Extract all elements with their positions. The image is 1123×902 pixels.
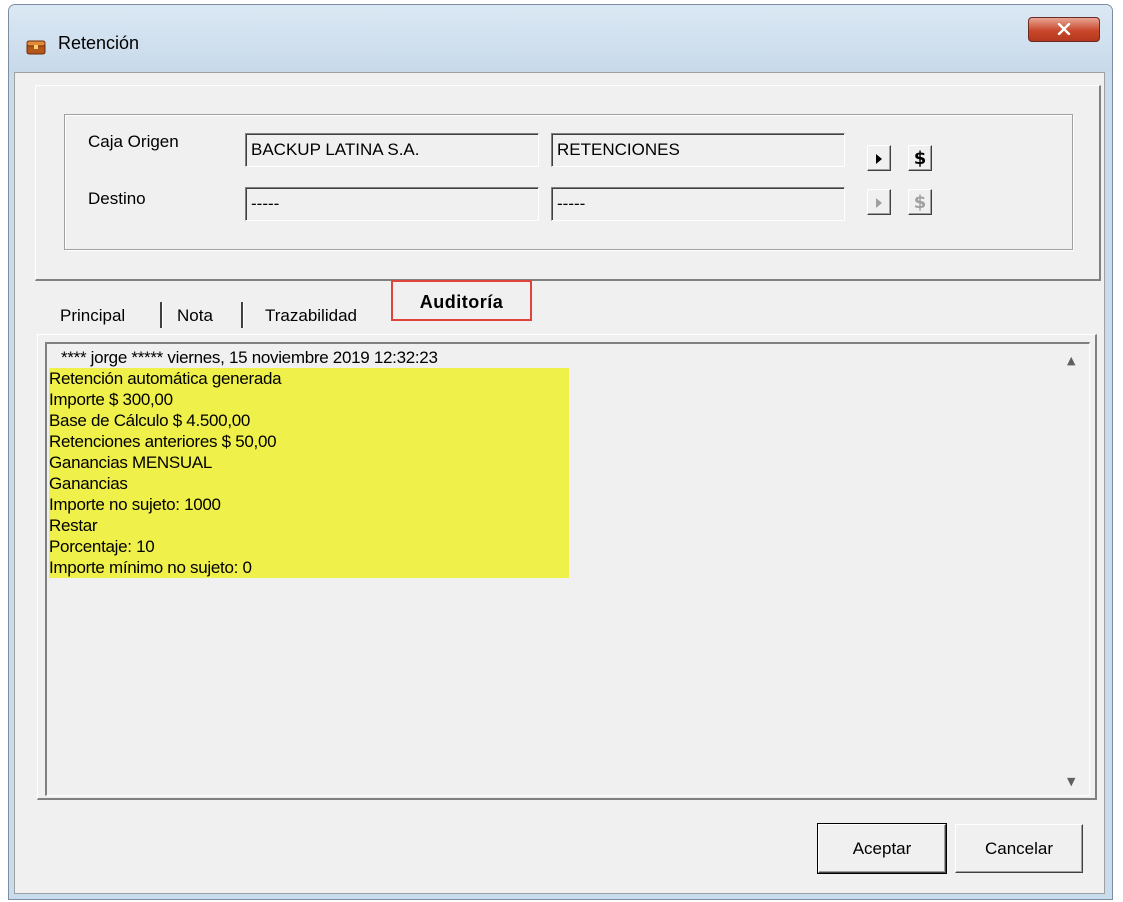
scroll-down-icon[interactable]: ▼ bbox=[1067, 775, 1075, 788]
tab-nota[interactable]: Nota bbox=[177, 306, 213, 326]
app-icon bbox=[26, 39, 46, 55]
origin-select-button[interactable] bbox=[867, 145, 891, 171]
audit-header: **** jorge ***** viernes, 15 noviembre 2… bbox=[61, 348, 438, 367]
triangle-right-icon bbox=[875, 148, 883, 169]
audit-highlight: Retención automática generada Importe $ … bbox=[49, 368, 569, 578]
tab-auditoria[interactable]: Auditoría bbox=[391, 280, 532, 321]
accept-button[interactable]: Aceptar bbox=[817, 823, 947, 874]
audit-line: Importe $ 300,00 bbox=[49, 390, 173, 409]
audit-line: Porcentaje: 10 bbox=[49, 537, 155, 556]
origin-money-button[interactable]: $ bbox=[908, 145, 932, 171]
tab-trazabilidad[interactable]: Trazabilidad bbox=[265, 306, 357, 326]
tab-separator bbox=[160, 302, 163, 328]
destination-select-button[interactable] bbox=[867, 189, 891, 215]
close-button[interactable] bbox=[1028, 17, 1100, 42]
audit-line: Importe mínimo no sujeto: 0 bbox=[49, 558, 252, 577]
destination-money-button[interactable]: $ bbox=[908, 189, 932, 215]
triangle-right-icon bbox=[875, 192, 883, 213]
destination-label: Destino bbox=[88, 189, 146, 208]
audit-memo[interactable]: **** jorge ***** viernes, 15 noviembre 2… bbox=[45, 342, 1090, 796]
close-icon bbox=[1057, 20, 1071, 40]
audit-line: Retención automática generada bbox=[49, 369, 282, 388]
title-bar: Retención bbox=[9, 5, 1112, 73]
origin-label: Caja Origen bbox=[88, 132, 179, 151]
audit-line: Ganancias MENSUAL bbox=[49, 453, 213, 472]
destination-company-field[interactable]: ----- bbox=[245, 187, 539, 221]
origin-account-field[interactable]: RETENCIONES bbox=[551, 133, 845, 167]
cancel-button[interactable]: Cancelar bbox=[955, 824, 1083, 873]
audit-line: Retenciones anteriores $ 50,00 bbox=[49, 432, 277, 451]
tab-principal[interactable]: Principal bbox=[60, 306, 125, 326]
destination-account-field[interactable]: ----- bbox=[551, 187, 845, 221]
audit-line: Restar bbox=[49, 516, 98, 535]
tab-separator bbox=[241, 302, 244, 328]
origin-company-field[interactable]: BACKUP LATINA S.A. bbox=[245, 133, 539, 167]
audit-line: Ganancias bbox=[49, 474, 128, 493]
audit-line: Base de Cálculo $ 4.500,00 bbox=[49, 411, 251, 430]
window-title: Retención bbox=[58, 33, 140, 53]
audit-line: Importe no sujeto: 1000 bbox=[49, 495, 221, 514]
vertical-scrollbar[interactable]: ▲ ▼ bbox=[1058, 344, 1088, 794]
audit-text: **** jorge ***** viernes, 15 noviembre 2… bbox=[49, 347, 569, 578]
scroll-up-icon[interactable]: ▲ bbox=[1067, 354, 1075, 367]
